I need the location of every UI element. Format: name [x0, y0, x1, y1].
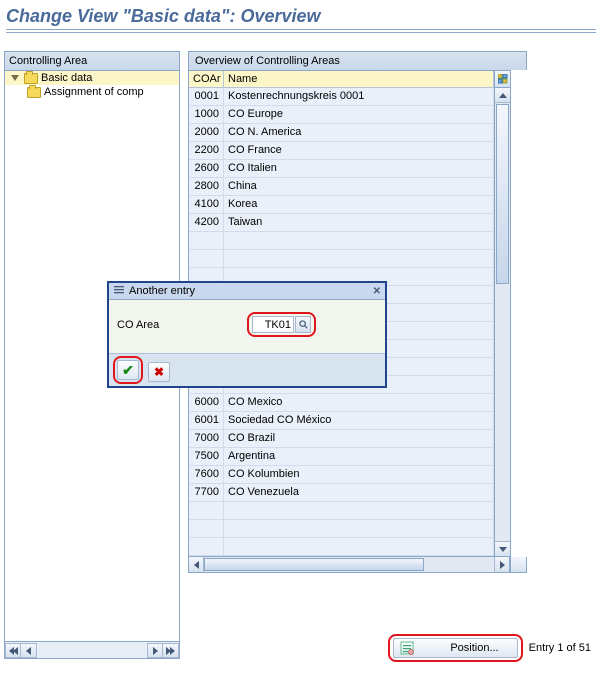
overview-title: Overview of Controlling Areas	[188, 51, 527, 70]
table-row[interactable]: 1000CO Europe	[189, 106, 494, 124]
tree-first-button[interactable]	[5, 643, 21, 658]
close-icon[interactable]: ✕	[373, 286, 381, 297]
cell-code[interactable]: 2800	[189, 178, 224, 196]
cell-name[interactable]: CO France	[224, 142, 494, 160]
tree-node-label: Basic data	[41, 72, 92, 84]
tree-node-assignment[interactable]: Assignment of comp	[5, 85, 179, 99]
cell-name[interactable]: CO Europe	[224, 106, 494, 124]
cell-name[interactable]: Sociedad CO México	[224, 412, 494, 430]
cell-code[interactable]: 2600	[189, 160, 224, 178]
tree-node-label: Assignment of comp	[44, 86, 144, 98]
folder-open-icon	[24, 73, 38, 84]
cell-name[interactable]: CO Italien	[224, 160, 494, 178]
another-entry-dialog: Another entry ✕ CO Area ✔ ✖	[107, 281, 387, 388]
table-row[interactable]: 4100Korea	[189, 196, 494, 214]
cell-name[interactable]: Korea	[224, 196, 494, 214]
cell-name[interactable]: CO Mexico	[224, 394, 494, 412]
column-header-name[interactable]: Name	[224, 71, 494, 88]
table-row[interactable]: 4200Taiwan	[189, 214, 494, 232]
tree-header: Controlling Area	[5, 52, 179, 71]
table-row[interactable]: 7700CO Venezuela	[189, 484, 494, 502]
tree-prev-button[interactable]	[21, 643, 37, 658]
select-columns-button[interactable]	[494, 70, 511, 88]
table-row[interactable]: 6001Sociedad CO México	[189, 412, 494, 430]
cell-name[interactable]: CO Kolumbien	[224, 466, 494, 484]
cell-name[interactable]: China	[224, 178, 494, 196]
table-row[interactable]: 6000CO Mexico	[189, 394, 494, 412]
table-row[interactable]: 0001Kostenrechnungskreis 0001	[189, 88, 494, 106]
cell-name[interactable]: Taiwan	[224, 214, 494, 232]
cancel-icon: ✖	[154, 365, 164, 379]
page-title: Change View "Basic data": Overview	[6, 4, 596, 30]
tree-next-button[interactable]	[147, 643, 163, 658]
position-icon	[400, 641, 414, 655]
cell-code[interactable]: 4100	[189, 196, 224, 214]
confirm-button[interactable]: ✔	[117, 360, 139, 380]
entry-counter: Entry 1 of 51	[529, 642, 591, 654]
cell-code[interactable]: 6001	[189, 412, 224, 430]
cell-name[interactable]: CO Venezuela	[224, 484, 494, 502]
cell-name[interactable]: Argentina	[224, 448, 494, 466]
position-button[interactable]: Position...	[393, 638, 517, 658]
check-icon: ✔	[122, 362, 134, 379]
table-row[interactable]: 2200CO France	[189, 142, 494, 160]
vertical-scrollbar[interactable]	[494, 88, 511, 557]
hscroll-thumb[interactable]	[204, 558, 424, 571]
folder-icon	[27, 87, 41, 98]
table-row[interactable]	[189, 250, 494, 268]
cell-code[interactable]: 0001	[189, 88, 224, 106]
horizontal-scrollbar[interactable]	[188, 557, 510, 573]
cell-code[interactable]: 6000	[189, 394, 224, 412]
grid-corner	[510, 557, 527, 573]
scroll-left-button[interactable]	[189, 557, 204, 572]
table-row[interactable]: 7600CO Kolumbien	[189, 466, 494, 484]
dialog-title: Another entry	[129, 285, 195, 297]
table-row[interactable]: 2800China	[189, 178, 494, 196]
scroll-right-button[interactable]	[494, 557, 509, 572]
column-header-code[interactable]: COAr	[189, 71, 224, 88]
window-menu-icon[interactable]	[113, 284, 125, 299]
cell-code[interactable]: 2000	[189, 124, 224, 142]
scroll-down-button[interactable]	[495, 541, 510, 556]
scroll-thumb[interactable]	[496, 104, 509, 284]
tree-last-button[interactable]	[163, 643, 179, 658]
cell-code[interactable]: 7500	[189, 448, 224, 466]
table-row[interactable]	[189, 502, 494, 520]
co-area-input[interactable]	[252, 316, 294, 333]
cell-code[interactable]: 7700	[189, 484, 224, 502]
cell-code[interactable]: 7600	[189, 466, 224, 484]
tree-node-basic-data[interactable]: Basic data	[5, 71, 179, 85]
cell-code[interactable]: 4200	[189, 214, 224, 232]
cell-name[interactable]: CO N. America	[224, 124, 494, 142]
cell-code[interactable]: 1000	[189, 106, 224, 124]
table-row[interactable]	[189, 232, 494, 250]
expand-icon[interactable]	[11, 75, 19, 81]
cell-name[interactable]: CO Brazil	[224, 430, 494, 448]
cancel-button[interactable]: ✖	[148, 362, 170, 382]
cell-code[interactable]: 7000	[189, 430, 224, 448]
scroll-up-button[interactable]	[495, 88, 510, 103]
table-row[interactable]: 2000CO N. America	[189, 124, 494, 142]
table-row[interactable]: 7500Argentina	[189, 448, 494, 466]
cell-code[interactable]: 2200	[189, 142, 224, 160]
table-row[interactable]: 2600CO Italien	[189, 160, 494, 178]
cell-name[interactable]: Kostenrechnungskreis 0001	[224, 88, 494, 106]
position-button-label: Position...	[450, 642, 498, 654]
table-row[interactable]: 7000CO Brazil	[189, 430, 494, 448]
table-row[interactable]	[189, 538, 494, 556]
value-help-button[interactable]	[295, 316, 311, 333]
field-label-co-area: CO Area	[117, 319, 237, 331]
table-row[interactable]	[189, 520, 494, 538]
